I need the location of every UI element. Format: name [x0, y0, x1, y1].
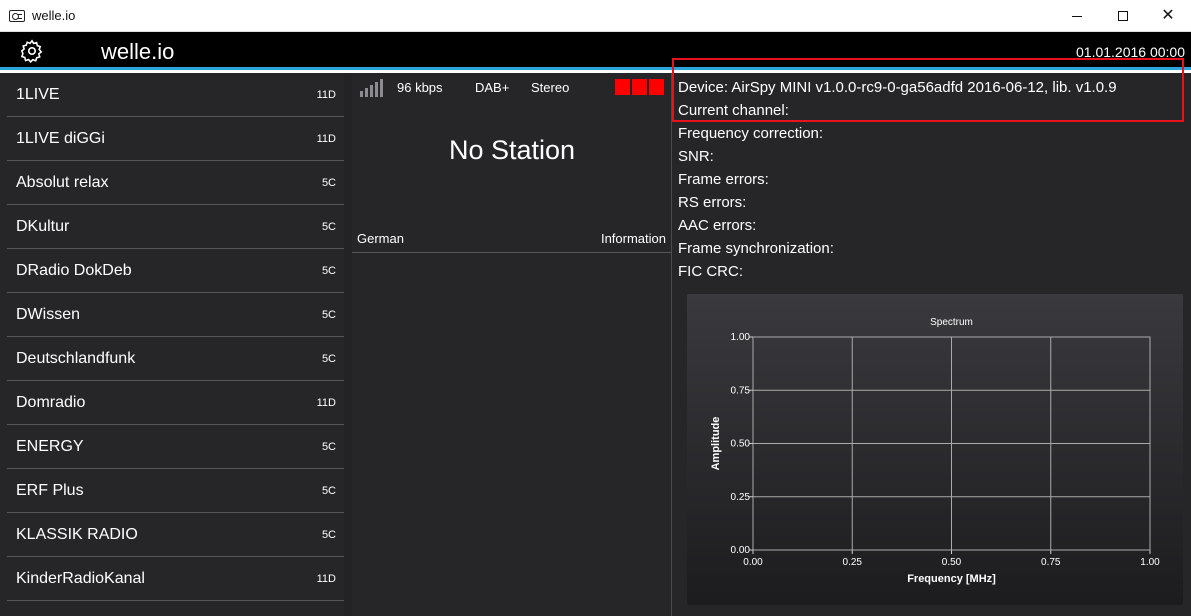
station-channel-label: 5C [321, 177, 336, 189]
chart-title: Spectrum [930, 317, 973, 328]
status-indicators [615, 79, 664, 95]
station-list-item[interactable]: Absolut relax 5C [7, 161, 344, 205]
y-tick-label: 0.00 [731, 545, 751, 556]
y-axis-label: Amplitude [710, 417, 722, 471]
maximize-button[interactable] [1100, 0, 1146, 32]
station-list-item[interactable]: KinderRadioKanal 11D [7, 557, 344, 601]
snr-info: SNR: [678, 148, 714, 165]
station-channel-label: 5C [321, 309, 336, 321]
divider [352, 252, 672, 253]
station-name-label: DRadio DokDeb [16, 262, 132, 279]
device-info: Device: AirSpy MINI v1.0.0-rc9-0-ga56adf… [678, 79, 1117, 96]
spectrum-plot: 0.00 0.25 0.50 0.75 1.00 0.00 0.25 0.50 0.75 1.00… [710, 317, 1160, 585]
station-list-item[interactable]: 1LIVE 11D [7, 73, 344, 117]
station-channel-label: 5C [321, 353, 336, 365]
date-time: 01.01.2016 00:00 [1076, 44, 1185, 60]
station-name-label: 1LIVE diGGi [16, 130, 105, 147]
minimize-icon [1072, 15, 1082, 17]
x-axis-label: Frequency [MHz] [907, 573, 996, 585]
player-panel: 96 kbps DAB+ Stereo No Station German In… [352, 73, 672, 616]
window-title: welle.io [32, 8, 76, 23]
station-list-item[interactable]: ENERGY 5C [7, 425, 344, 469]
station-list-item[interactable]: DWissen 5C [7, 293, 344, 337]
information-label: Information [600, 231, 666, 246]
status-indicator-1 [615, 79, 630, 95]
station-name-label: Absolut relax [16, 174, 109, 191]
station-name-label: ERF Plus [16, 482, 84, 499]
language-label: German [357, 231, 404, 246]
status-indicator-2 [632, 79, 647, 95]
x-tick-label: 0.75 [1041, 557, 1061, 568]
status-indicator-3 [649, 79, 664, 95]
station-list-item[interactable]: Domradio 11D [7, 381, 344, 425]
station-channel-label: 11D [316, 573, 336, 585]
station-name-label: 1LIVE [16, 86, 60, 103]
station-list-item[interactable]: DKultur 5C [7, 205, 344, 249]
station-channel-label: 11D [316, 397, 336, 409]
station-channel-label: 5C [321, 529, 336, 541]
x-tick-label: 1.00 [1140, 557, 1160, 568]
dab-type-label: DAB+ [475, 80, 510, 95]
station-name-label: KinderRadioKanal [16, 570, 145, 587]
close-icon: ✕ [1161, 7, 1175, 24]
station-channel-label: 5C [321, 441, 336, 453]
station-name-label: DWissen [16, 306, 81, 323]
y-tick-label: 0.25 [731, 492, 751, 503]
minimize-button[interactable] [1054, 0, 1100, 32]
station-list-item[interactable]: KLASSIK RADIO 5C [7, 513, 344, 557]
maximize-icon [1118, 11, 1128, 21]
station-list-item[interactable]: 1LIVE diGGi 11D [7, 117, 344, 161]
app-header: welle.io 01.01.2016 00:00 [0, 32, 1191, 70]
station-name-label: DKultur [16, 218, 70, 235]
current-channel-info: Current channel: [678, 102, 789, 119]
station-channel-label: 5C [321, 265, 336, 277]
station-channel-label: 5C [321, 221, 336, 233]
aac-errors-info: AAC errors: [678, 217, 757, 234]
station-channel-label: 11D [316, 133, 336, 145]
station-list-item[interactable]: DRadio DokDeb 5C [7, 249, 344, 293]
station-name-label: Deutschlandfunk [16, 350, 136, 367]
close-button[interactable]: ✕ [1145, 0, 1191, 32]
radio-icon [9, 10, 25, 22]
window-titlebar: welle.io ✕ [0, 0, 1191, 32]
frequency-correction-info: Frequency correction: [678, 125, 824, 142]
bitrate-label: 96 kbps [397, 80, 443, 95]
station-list[interactable]: 1LIVE 11D 1LIVE diGGi 11D Absolut relax 5C DKu… [0, 73, 352, 616]
station-name-label: KLASSIK RADIO [16, 526, 138, 543]
x-tick-label: 0.00 [743, 557, 763, 568]
station-list-item[interactable]: Deutschlandfunk 5C [7, 337, 344, 381]
station-list-scrollbar[interactable] [344, 73, 352, 616]
station-list-item[interactable]: ERF Plus 5C [7, 469, 344, 513]
signal-strength-icon [360, 79, 388, 97]
fic-crc-info: FIC CRC: [678, 263, 743, 280]
station-name-label: ENERGY [16, 438, 84, 455]
y-tick-label: 0.75 [731, 385, 751, 396]
station-channel-label: 5C [321, 485, 336, 497]
station-name-label: Domradio [16, 394, 86, 411]
x-tick-label: 0.50 [942, 557, 962, 568]
station-name: No Station [448, 135, 576, 165]
app-title: welle.io [101, 39, 175, 64]
rs-errors-info: RS errors: [678, 194, 747, 211]
x-tick-label: 0.25 [843, 557, 863, 568]
y-tick-label: 0.50 [731, 439, 751, 450]
audio-mode-label: Stereo [531, 80, 570, 95]
y-tick-label: 1.00 [731, 332, 751, 343]
spectrum-chart: 0.00 0.25 0.50 0.75 1.00 0.00 0.25 0.50 0.75 1.00… [687, 294, 1183, 605]
station-channel-label: 11D [316, 89, 336, 101]
frame-errors-info: Frame errors: [678, 171, 769, 188]
frame-sync-info: Frame synchronization: [678, 240, 834, 257]
gear-icon[interactable] [20, 39, 44, 63]
